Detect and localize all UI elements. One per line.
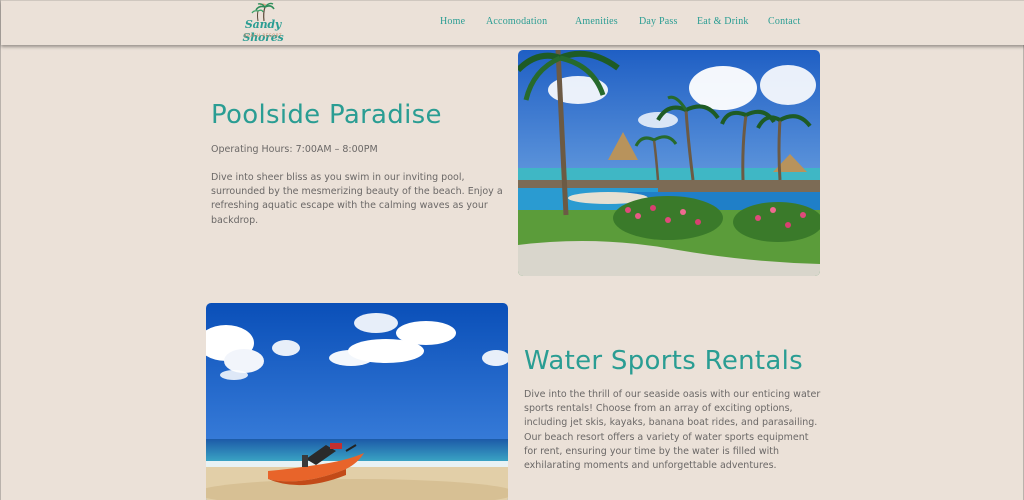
nav-item-accomodation[interactable]: Accomodation xyxy=(486,16,547,27)
pool-photo xyxy=(518,50,820,276)
pool-description: Dive into sheer bliss as you swim in our… xyxy=(211,172,503,226)
nav-item-eat-drink[interactable]: Eat & Drink xyxy=(697,16,749,27)
nav-item-contact[interactable]: Contact xyxy=(768,16,801,27)
water-sports-photo xyxy=(206,303,508,500)
water-sports-description: Dive into the thrill of our seaside oasi… xyxy=(524,389,821,472)
pool-section-title: Poolside Paradise xyxy=(211,100,442,130)
water-sports-section-title: Water Sports Rentals xyxy=(524,346,803,376)
main-nav: Home Accomodation Amenities Day Pass Eat… xyxy=(1,16,1024,30)
site-header: Sandy Shores BEACH RESORT Home Accomodat… xyxy=(1,0,1024,45)
nav-item-home[interactable]: Home xyxy=(440,16,465,27)
nav-item-amenities[interactable]: Amenities xyxy=(575,16,618,27)
brand-tagline: BEACH RESORT xyxy=(243,33,283,38)
nav-item-day-pass[interactable]: Day Pass xyxy=(639,16,678,27)
pool-operating-hours: Operating Hours: 7:00AM – 8:00PM xyxy=(211,144,378,155)
